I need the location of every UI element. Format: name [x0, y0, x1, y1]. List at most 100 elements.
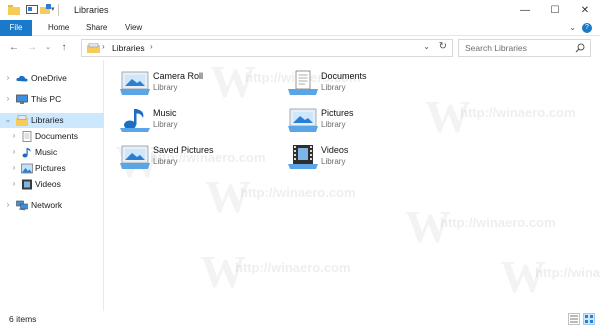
watermark-logo: W: [200, 246, 246, 297]
library-type: Library: [321, 120, 346, 129]
ribbon-tabs: File Home Share View ⌄ ?: [0, 20, 600, 36]
nav-item-label: Pictures: [35, 163, 66, 173]
music-library-icon: [120, 109, 150, 132]
item-count: 6 items: [9, 314, 37, 324]
recent-locations-icon[interactable]: ⌄: [42, 41, 54, 55]
music-icon: [22, 148, 31, 158]
library-type: Library: [153, 83, 178, 92]
chevron-right-icon[interactable]: ›: [4, 200, 12, 209]
nav-item-videos[interactable]: › Videos: [0, 177, 104, 192]
computer-icon: [16, 94, 28, 104]
properties-icon[interactable]: [26, 4, 38, 15]
library-name: Camera Roll: [153, 71, 204, 81]
up-arrow-icon[interactable]: ↑: [58, 41, 70, 55]
address-bar[interactable]: › Libraries › ⌄ ↻: [81, 39, 453, 57]
watermark-text: http://winaero.com: [240, 185, 356, 200]
breadcrumb-libraries[interactable]: Libraries: [112, 43, 145, 53]
watermark-text: http://winaero.com: [535, 265, 600, 280]
nav-item-label: Videos: [35, 179, 61, 189]
details-view-icon[interactable]: [568, 313, 580, 325]
status-bar: 6 items: [0, 311, 600, 327]
videos-library-icon: [288, 145, 318, 169]
library-item-documents[interactable]: Documents Library: [273, 68, 433, 98]
quick-access-dropdown-icon[interactable]: ▾: [51, 5, 55, 13]
watermark-logo: W: [205, 171, 251, 222]
nav-item-this-pc[interactable]: › This PC: [0, 92, 104, 107]
camera-roll-library-icon: [120, 71, 150, 95]
library-type: Library: [321, 83, 346, 92]
nav-item-network[interactable]: › Network: [0, 198, 104, 213]
library-item-music[interactable]: Music Library: [105, 105, 265, 135]
tab-share[interactable]: Share: [86, 20, 107, 36]
nav-item-label: Network: [31, 200, 63, 210]
nav-item-documents[interactable]: › Documents: [0, 129, 104, 144]
folder-icon[interactable]: [8, 4, 20, 15]
tab-file[interactable]: File: [0, 20, 32, 36]
chevron-right-icon[interactable]: ›: [10, 179, 18, 188]
library-name: Saved Pictures: [153, 145, 214, 155]
title-bar: ▾ Libraries — ☐ ✕: [0, 0, 600, 20]
search-icon[interactable]: [575, 43, 585, 53]
library-name: Videos: [321, 145, 349, 155]
breadcrumb-chevron-icon[interactable]: ›: [150, 42, 153, 51]
watermark-text: http://winaero.com: [440, 215, 556, 230]
search-box[interactable]: Search Libraries: [458, 39, 591, 57]
chevron-down-icon[interactable]: ⌄: [4, 115, 12, 124]
minimize-button[interactable]: —: [510, 0, 540, 20]
chevron-right-icon[interactable]: ›: [4, 73, 12, 82]
watermark-logo: W: [500, 251, 546, 302]
documents-library-icon: [288, 70, 318, 95]
maximize-button[interactable]: ☐: [540, 0, 570, 20]
library-type: Library: [321, 157, 346, 166]
chevron-right-icon[interactable]: ›: [10, 163, 18, 172]
nav-item-libraries[interactable]: ⌄ Libraries: [0, 113, 104, 128]
chevron-right-icon[interactable]: ›: [10, 147, 18, 156]
search-input[interactable]: Search Libraries: [465, 43, 527, 53]
library-item-saved-pictures[interactable]: Saved Pictures Library: [105, 142, 265, 172]
libraries-icon: [87, 43, 100, 53]
tab-home[interactable]: Home: [48, 20, 69, 36]
back-arrow-icon[interactable]: ←: [8, 41, 20, 55]
library-name: Pictures: [321, 108, 354, 118]
nav-item-label: Libraries: [31, 115, 64, 125]
nav-item-label: Documents: [35, 131, 78, 141]
forward-arrow-icon[interactable]: →: [26, 41, 38, 55]
watermark-text: http://winaero.com: [235, 260, 351, 275]
title-separator: [58, 4, 59, 16]
library-item-camera-roll[interactable]: Camera Roll Library: [105, 68, 265, 98]
watermark-logo: W: [405, 201, 451, 252]
refresh-icon[interactable]: ↻: [439, 41, 447, 52]
close-button[interactable]: ✕: [570, 0, 600, 20]
help-icon[interactable]: ?: [582, 23, 592, 33]
nav-item-label: This PC: [31, 94, 62, 104]
nav-item-label: Music: [35, 147, 58, 157]
library-item-videos[interactable]: Videos Library: [273, 142, 433, 172]
chevron-right-icon[interactable]: ›: [10, 131, 18, 140]
nav-item-music[interactable]: › Music: [0, 145, 104, 160]
network-icon: [16, 200, 28, 211]
breadcrumb-chevron-icon[interactable]: ›: [102, 42, 105, 51]
documents-icon: [22, 131, 32, 142]
watermark-text: http://winaero.com: [460, 105, 576, 120]
tiles-view-icon[interactable]: [583, 313, 595, 325]
library-type: Library: [153, 157, 178, 166]
videos-icon: [22, 179, 32, 190]
cloud-icon: [16, 75, 28, 82]
pictures-icon: [21, 163, 33, 174]
pictures-library-icon: [288, 108, 318, 132]
navigation-pane: › OneDrive › This PC ⌄ Libraries › Docum…: [0, 60, 104, 311]
library-name: Documents: [321, 71, 367, 81]
navigation-bar: ← → ⌄ ↑ › Libraries › ⌄ ↻ Search Librari…: [0, 36, 600, 60]
nav-item-onedrive[interactable]: › OneDrive: [0, 71, 104, 86]
address-dropdown-icon[interactable]: ⌄: [423, 42, 430, 51]
nav-item-pictures[interactable]: › Pictures: [0, 161, 104, 176]
library-name: Music: [153, 108, 177, 118]
nav-item-label: OneDrive: [31, 73, 67, 83]
library-item-pictures[interactable]: Pictures Library: [273, 105, 433, 135]
chevron-right-icon[interactable]: ›: [4, 94, 12, 103]
tab-view[interactable]: View: [125, 20, 142, 36]
libraries-icon: [16, 115, 28, 126]
window-title: Libraries: [74, 5, 109, 15]
library-type: Library: [153, 120, 178, 129]
chevron-down-icon[interactable]: ⌄: [569, 23, 576, 32]
